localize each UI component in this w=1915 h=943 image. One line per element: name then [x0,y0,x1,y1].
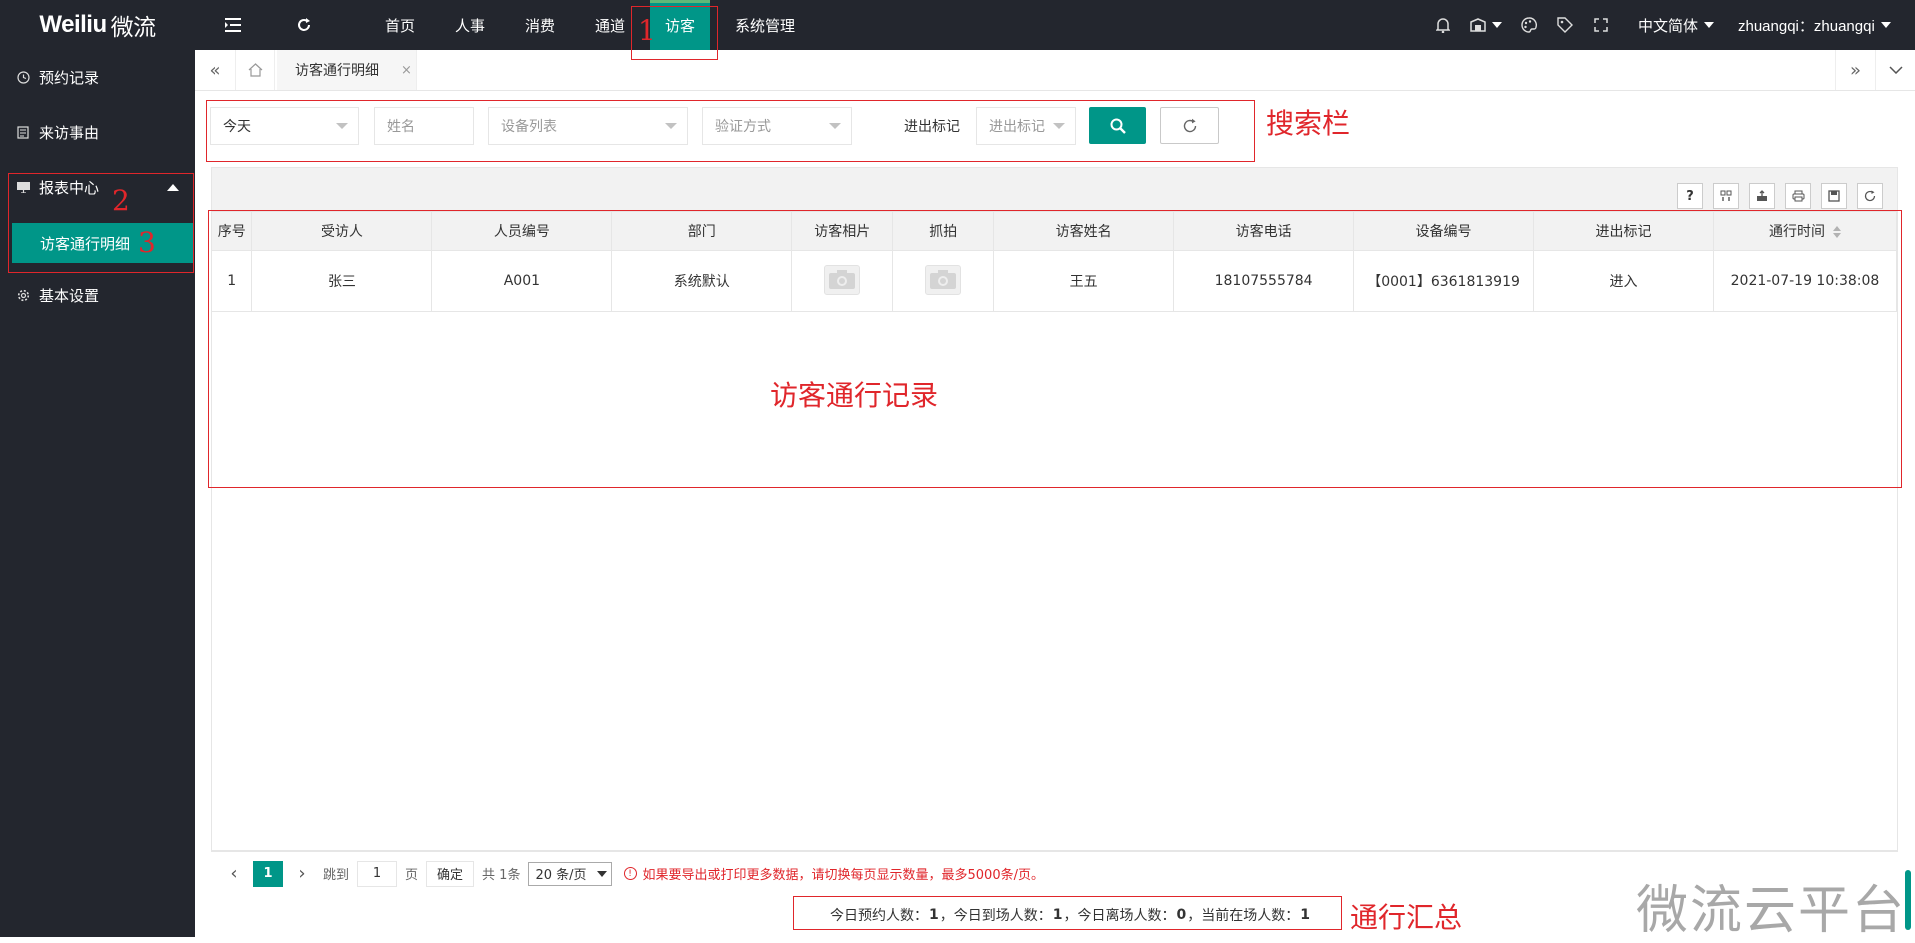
theme-icon[interactable] [1468,14,1504,36]
print-icon[interactable] [1785,183,1811,209]
sidebar-item-label: 预约记录 [39,68,100,87]
nav-system[interactable]: 系统管理 [720,0,810,50]
gear-icon [16,288,30,302]
annotation-box-records [208,210,1902,488]
tabs-scroll-right-icon[interactable]: » [1835,50,1875,90]
export-icon[interactable] [1749,183,1775,209]
annotation-box-sidebar [8,173,194,273]
watermark: 微流云平台 [1636,881,1907,941]
annotation-label: 访客通行记录 [770,379,939,412]
chevron-down-icon [1880,22,1891,28]
menu-fold-icon[interactable] [220,12,246,38]
info-icon: ! [623,867,637,880]
logo-text-cn: 微流 [110,14,157,40]
nav-personnel[interactable]: 人事 [436,0,504,50]
annotation-box-summary [793,896,1342,930]
home-icon[interactable] [235,50,275,90]
save-icon[interactable] [1821,183,1847,209]
sidebar-item-appointments[interactable]: 预约记录 [0,50,195,104]
bell-icon[interactable] [1432,14,1454,36]
goto-label: 跳到 [323,868,350,883]
language-label: 中文简体 [1638,16,1699,35]
user-menu[interactable]: zhuangqi：zhuangqi [1738,0,1891,50]
tabs-scroll-left-icon[interactable]: « [195,50,235,90]
annotation-label: 搜索栏 [1266,107,1351,140]
next-page-icon[interactable]: › [289,861,315,887]
goto-page-input[interactable]: 1 [357,860,398,887]
tabs-menu-chevron-icon[interactable] [1875,50,1915,90]
prev-page-icon[interactable]: ‹ [221,861,247,887]
clock-icon [16,70,30,84]
top-bar: Weiliu 微流 首页 人事 消费 通道 访客 系统管理 中文简体 zhuan… [0,0,1915,50]
tag-icon[interactable] [1554,14,1576,36]
nav-consumption[interactable]: 消费 [506,0,574,50]
sidebar-item-basic-settings[interactable]: 基本设置 [0,268,195,322]
close-icon[interactable]: × [401,63,412,78]
annotation-box-search [206,100,1255,162]
export-tip-text: 如果要导出或打印更多数据，请切换每页显示数量，最多5000条/页。 [642,868,1044,883]
annotation-number: 3 [138,226,156,259]
export-tip: ! 如果要导出或打印更多数据，请切换每页显示数量，最多5000条/页。 [623,864,1044,883]
table-toolbar: ? [211,167,1898,211]
annotation-label: 通行汇总 [1350,901,1463,934]
annotation-number: 1 [638,14,656,47]
logo-text: Weiliu [39,11,107,38]
refresh-icon[interactable] [1857,183,1883,209]
user-name: zhuangqi：zhuangqi [1738,17,1875,35]
tab-visitor-pass-detail[interactable]: 访客通行明细 × [277,50,417,90]
tab-label: 访客通行明细 [295,63,379,79]
nav-home[interactable]: 首页 [366,0,434,50]
tabs-bar: « 访客通行明细 × » [195,50,1915,91]
fullscreen-icon[interactable] [1590,14,1612,36]
doc-icon [16,125,30,139]
total-count: 共 1条 [482,868,521,883]
palette-icon[interactable] [1518,14,1540,36]
sidebar-item-visit-reasons[interactable]: 来访事由 [0,105,195,159]
chevron-down-icon [1704,22,1715,28]
help-icon[interactable]: ? [1677,183,1703,209]
sidebar-item-label: 基本设置 [39,286,100,305]
page-size-value: 20 条/页 [535,868,587,883]
language-select[interactable]: 中文简体 [1638,0,1715,50]
refresh-icon[interactable] [291,12,317,38]
page-label: 页 [405,868,419,883]
annotation-number: 2 [112,184,130,217]
logo: Weiliu 微流 [0,0,195,50]
page-size-select[interactable]: 20 条/页 [528,861,612,886]
page-1-button[interactable]: 1 [253,860,283,887]
columns-icon[interactable] [1713,183,1739,209]
sidebar-item-label: 来访事由 [39,123,100,142]
chevron-down-icon [596,870,607,877]
confirm-button[interactable]: 确定 [426,860,475,887]
